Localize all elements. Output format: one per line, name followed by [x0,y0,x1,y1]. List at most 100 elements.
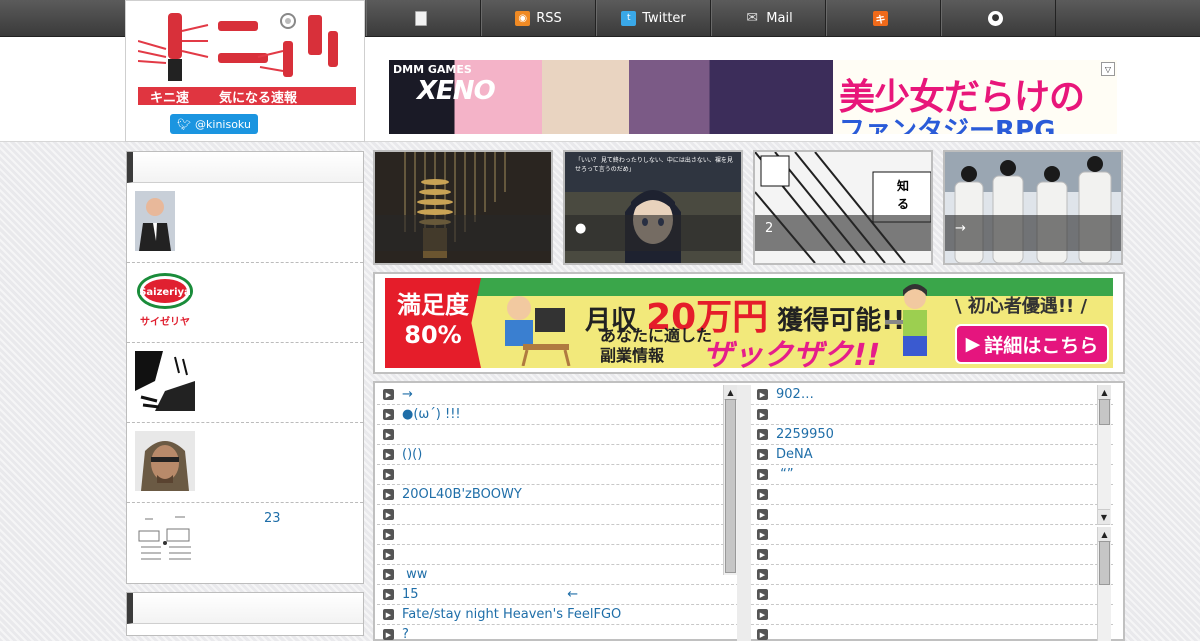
right-list-scrollbar-lower[interactable]: ▲ [1097,527,1111,641]
sidebar-item[interactable] [127,183,363,263]
bullet-arrow-icon: ▶ [757,549,768,560]
bullet-arrow-icon: ▶ [757,609,768,620]
badge-line1: 満足度 [397,291,469,319]
nav-item-document[interactable] [366,0,481,36]
sidebar-item[interactable] [127,423,363,503]
ad-choices-icon[interactable]: ▽ [1101,62,1115,76]
scrollbar-thumb[interactable] [1099,541,1110,585]
nav-item-rss[interactable]: ◉ RSS [481,0,596,36]
scrollbar-thumb[interactable] [1099,399,1110,425]
sidebar-item[interactable]: 23 [127,503,363,583]
featured-item[interactable]: → [943,150,1123,265]
scroll-up-arrow-icon[interactable]: ▲ [724,385,737,400]
nav-item-ki[interactable]: キ [826,0,941,36]
list-item[interactable]: ▶ ●(ω´) !!! [377,405,739,425]
bullet-arrow-icon: ▶ [757,589,768,600]
bullet-arrow-icon: ▶ [757,429,768,440]
bullet-arrow-icon: ▶ [383,429,394,440]
saizeriya-kana: サイゼリヤ [140,315,190,328]
list-item[interactable]: ▶ [751,625,1113,641]
top-banner-ad[interactable]: DMM GAMES XENO 美少女だらけの ファンタジーRPG ▽ [389,60,1117,134]
list-item[interactable]: ▶? [377,625,739,641]
list-item-text: ? [402,627,409,641]
ad-details-button[interactable]: ▶ 詳細はこちら [955,324,1109,364]
list-item[interactable]: ▶ [751,545,1113,565]
nav-item-twitter[interactable]: t Twitter [596,0,711,36]
ad-sub-lines: あなたに適した 副業情報 [600,326,712,366]
site-logo[interactable]: キニ速 気になる速報 🐦︎ @kinisoku [125,0,365,142]
list-item[interactable]: ▶ → [377,385,739,405]
right-list-scrollbar-upper[interactable]: ▲ ▼ [1097,385,1111,525]
nav-item-face[interactable]: ● [941,0,1056,36]
list-item-text: 15 ← [402,587,579,602]
scroll-up-arrow-icon[interactable]: ▲ [1098,385,1111,400]
bullet-arrow-icon: ▶ [757,469,768,480]
list-item[interactable]: ▶ DeNA [751,445,1113,465]
sidebar-header [127,152,363,183]
twitter-follow-button[interactable]: 🐦︎ @kinisoku [170,114,258,134]
bullet-arrow-icon: ▶ [383,489,394,500]
list-item[interactable]: ▶ [377,465,739,485]
list-item-text: DeNA [776,447,813,462]
list-item[interactable]: ▶ 20OL40B'zBOOWY [377,485,739,505]
left-list-scrollbar[interactable]: ▲ [723,385,737,575]
list-item[interactable]: ▶ 2259950 [751,425,1113,445]
list-item[interactable]: ▶ 15 ← [377,585,739,605]
list-item[interactable]: ▶ [751,605,1113,625]
sidebar-item[interactable] [127,343,363,423]
list-item[interactable]: ▶ [377,505,739,525]
mail-icon: ✉ [746,10,759,26]
side-job-ad-banner[interactable]: 満足度 80% 月収 20万円 獲得可能!! あなたに適した 副業情報 ザックザ… [385,278,1113,368]
ad-illustration-woman [885,284,927,356]
scrollbar-thumb[interactable] [725,399,736,573]
bullet-arrow-icon: ▶ [383,449,394,460]
featured-caption: 2 [755,215,931,251]
list-item-text: “” [776,467,794,482]
sidebar-item[interactable]: Saizeriya サイゼリヤ [127,263,363,343]
rss-icon: ◉ [515,10,531,26]
sidebar-ranking: Saizeriya サイゼリヤ 23 [126,151,364,584]
ad-line-b: 副業情報 [600,346,665,365]
nav-label: Twitter [642,10,686,26]
list-item[interactable]: ▶ [751,505,1113,525]
featured-caption: ● [565,215,741,251]
list-item[interactable]: ▶ [751,565,1113,585]
list-item-text: → [402,387,413,402]
list-item[interactable]: ▶ [377,425,739,445]
banner-brand: DMM GAMES [393,63,472,76]
twitter-icon: t [621,10,637,26]
list-item[interactable]: ▶ [751,525,1113,545]
ad-cta-label: 詳細はこちら [984,334,1099,357]
play-circle-icon: ▶ [965,333,981,355]
list-item[interactable]: ▶ [377,545,739,565]
side-job-ad-box: 満足度 80% 月収 20万円 獲得可能!! あなたに適した 副業情報 ザックザ… [373,272,1125,374]
list-item[interactable]: ▶ ()() [377,445,739,465]
bullet-arrow-icon: ▶ [383,409,394,420]
scroll-down-arrow-icon[interactable]: ▼ [1098,509,1110,525]
logo-illustration [138,13,338,81]
list-item[interactable]: ▶ ww [377,565,739,585]
bullet-arrow-icon: ▶ [383,389,394,400]
list-item[interactable]: ▶ [751,405,1113,425]
logo-title-strip: キニ速 気になる速報 [138,87,356,106]
twitter-bird-icon: 🐦︎ [177,117,192,131]
nav-label: RSS [536,10,562,26]
sidebar-panel-2 [126,592,364,636]
list-item[interactable]: ▶ 902… [751,385,1113,405]
list-item[interactable]: ▶ [751,485,1113,505]
list-item[interactable]: ▶ [377,525,739,545]
bullet-arrow-icon: ▶ [757,569,768,580]
bullet-arrow-icon: ▶ [757,489,768,500]
scroll-up-arrow-icon[interactable]: ▲ [1098,527,1111,542]
nav-item-mail[interactable]: ✉ Mail [711,0,826,36]
badge-line2: 80% [404,321,462,349]
featured-item[interactable]: 知 る 2 [753,150,933,265]
featured-item[interactable]: 「いい？ 見て終わったりしない、中には出さない、裸を見せろって言うのだめ」 ● [563,150,743,265]
bullet-arrow-icon: ▶ [383,509,394,520]
list-item[interactable]: ▶ “” [751,465,1113,485]
list-item[interactable]: ▶ Fate/stay night Heaven's FeelFGO [377,605,739,625]
list-item[interactable]: ▶ [751,585,1113,605]
ad-illustration-worker [505,296,571,366]
featured-item[interactable] [373,150,553,265]
list-item-text: ()() [402,447,423,462]
